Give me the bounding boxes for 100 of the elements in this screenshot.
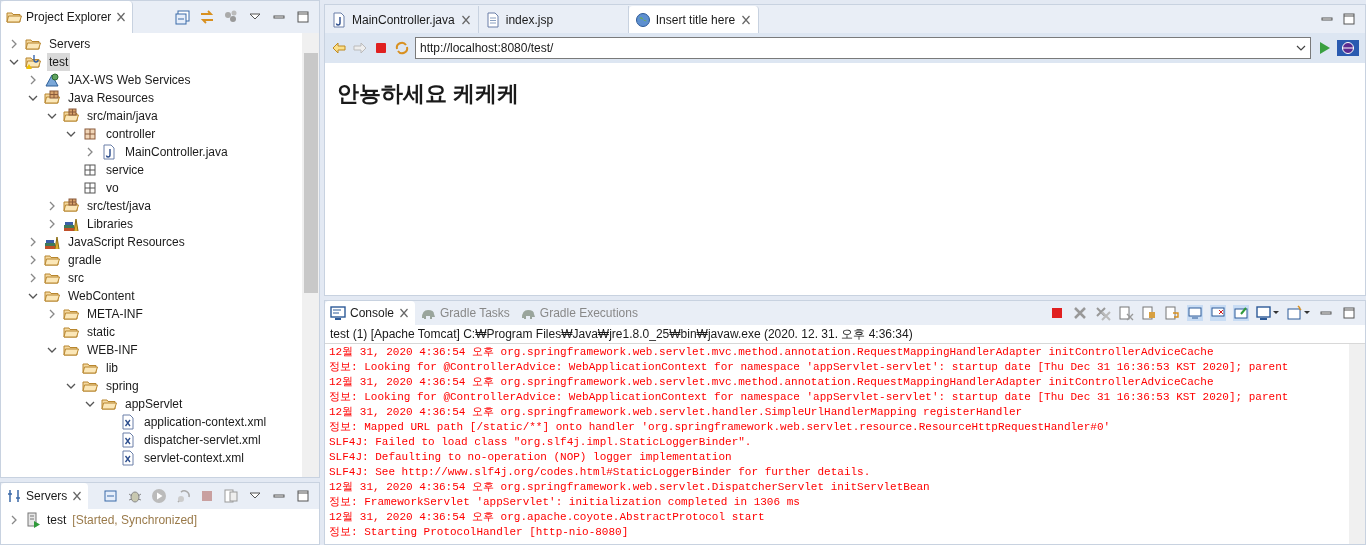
stop-icon[interactable] — [1049, 305, 1065, 321]
server-icon — [25, 512, 41, 528]
folder-icon — [6, 9, 22, 25]
tree-item[interactable]: JavaScript Resources — [66, 233, 187, 251]
tree-item[interactable]: src/main/java — [85, 107, 160, 125]
back-arrow-icon[interactable] — [331, 40, 347, 56]
new-console-icon[interactable] — [1287, 305, 1311, 321]
url-field[interactable]: http://localhost:8080/test/ — [415, 37, 1311, 59]
tree-item[interactable]: servlet-context.xml — [142, 449, 247, 467]
console-line: 12월 31, 2020 4:36:54 오후 org.apache.coyote.AbstractProtocol start — [329, 510, 766, 525]
tree-item[interactable]: controller — [104, 125, 158, 143]
tree-item[interactable]: test — [47, 53, 71, 71]
tree-item[interactable]: JAX-WS Web Services — [66, 71, 193, 89]
view-tab[interactable]: Project Explorer — [1, 1, 134, 33]
tree-item[interactable]: MainController.java — [123, 143, 230, 161]
scroll-lock-icon[interactable] — [1141, 305, 1157, 321]
view-title: Servers — [26, 488, 68, 505]
package-icon — [44, 90, 60, 106]
tree-item[interactable]: src — [66, 269, 86, 287]
folder-icon — [63, 306, 79, 322]
tree-item[interactable]: lib — [104, 359, 120, 377]
tab-label: index.jsp — [505, 11, 554, 29]
dropdown-caret-icon[interactable] — [1296, 43, 1306, 53]
tree-item[interactable]: src/test/java — [85, 197, 154, 215]
folder-icon — [82, 360, 98, 376]
tab-label: Gradle Executions — [539, 305, 638, 322]
maximize-icon[interactable] — [1341, 305, 1357, 321]
tab-label: MainController.java — [352, 11, 455, 29]
books-icon — [44, 234, 60, 250]
servers-icon — [6, 488, 22, 504]
java-file-icon — [101, 144, 117, 160]
server-name[interactable]: test — [47, 511, 67, 529]
editor-tab[interactable]: Insert title here — [628, 6, 760, 33]
console-line: 12월 31, 2020 4:36:54 오후 org.springframework.web.servlet.DispatcherServlet initServletBean — [329, 480, 931, 495]
folder-icon — [63, 342, 79, 358]
console-line: 정보: Looking for @ControllerAdvice: WebApplicationContext for namespace 'appServlet-servlet': startup date [Thu Dec 31 16:36:53 KST 2020]; parent — [329, 360, 1290, 375]
console-line: 12월 31, 2020 4:36:54 오후 org.springframework.web.servlet.mvc.method.annotation.RequestMappingHandlerAdapter initControllerAdviceCache — [329, 345, 1215, 360]
close-icon[interactable] — [1072, 305, 1088, 321]
console-line: 12월 31, 2020 4:36:54 오후 org.springframework.web.servlet.handler.SimpleUrlHandlerMapping registerHandler — [329, 405, 1024, 420]
tree-item[interactable]: META-INF — [85, 305, 145, 323]
xml-file-icon — [120, 414, 136, 430]
refresh-icon[interactable] — [394, 40, 410, 56]
tree-item[interactable]: spring — [104, 377, 141, 395]
maximize-icon[interactable] — [295, 488, 311, 504]
tab-label: Insert title here — [655, 11, 736, 29]
view-tab[interactable]: Servers — [1, 483, 89, 509]
maximize-icon[interactable] — [295, 9, 311, 25]
page-heading: 안뇽하세요 케케케 — [337, 80, 521, 108]
tree-item[interactable]: Java Resources — [66, 89, 157, 107]
console-line: 정보: Starting ProtocolHandler [http-nio-8080] — [329, 525, 630, 540]
tab-label: Console — [350, 305, 395, 322]
console-line: SLF4J: Failed to load class "org.slf4j.impl.StaticLoggerBinder". — [329, 435, 753, 450]
tree-item[interactable]: vo — [104, 179, 121, 197]
xml-file-icon — [120, 432, 136, 448]
scrollbar[interactable] — [302, 33, 319, 477]
package-icon — [82, 126, 98, 142]
sync-arrows-icon[interactable] — [199, 9, 215, 25]
remove-all-icon[interactable] — [1095, 305, 1111, 321]
folder-icon — [44, 270, 60, 286]
pin-icon[interactable] — [1233, 305, 1249, 321]
publish-icon[interactable] — [223, 488, 239, 504]
tree-item[interactable]: Servers — [47, 35, 93, 53]
tree-item[interactable]: gradle — [66, 251, 104, 269]
stop-icon[interactable] — [199, 488, 215, 504]
console-line: 정보: FrameworkServlet 'appServlet': initialization completed in 1306 ms — [329, 495, 801, 510]
tree-item[interactable]: dispatcher-servlet.xml — [142, 431, 263, 449]
scrollbar[interactable] — [1349, 344, 1365, 544]
console-line: 정보: Looking for @ControllerAdvice: WebApplicationContext for namespace 'appServlet-servlet': startup date [Thu Dec 31 16:36:53 KST 2020]; parent — [329, 390, 1290, 405]
monitor-icon[interactable] — [1256, 305, 1280, 321]
source-folder-icon — [63, 108, 79, 124]
tree-item[interactable]: service — [104, 161, 146, 179]
package-icon — [82, 162, 98, 178]
stop-icon[interactable] — [373, 40, 389, 56]
folder-icon — [82, 378, 98, 394]
view-title: Project Explorer — [26, 9, 112, 26]
word-wrap-icon[interactable] — [1164, 305, 1180, 321]
clear-console-icon[interactable] — [1118, 305, 1134, 321]
java-file-icon — [331, 11, 347, 28]
tree-item[interactable]: Libraries — [85, 215, 136, 233]
folder-icon — [25, 36, 41, 52]
collapse-all-icon[interactable] — [175, 9, 191, 25]
xml-file-icon — [120, 450, 136, 466]
tree-item[interactable]: application-context.xml — [142, 413, 269, 431]
console-line: SLF4J: See http://www.slf4j.org/codes.html#StaticLoggerBinder for further details. — [329, 465, 872, 480]
server-status: [Started, Synchronized] — [72, 512, 198, 529]
collapse-all-icon[interactable] — [103, 488, 119, 504]
monitor-icon — [330, 305, 346, 321]
tab-label: Gradle Tasks — [440, 305, 510, 322]
bug-icon[interactable] — [127, 488, 143, 504]
tree-item[interactable]: static — [85, 323, 117, 341]
tree-item[interactable]: appServlet — [123, 395, 185, 413]
tree-item[interactable]: WebContent — [66, 287, 137, 305]
books-icon — [63, 216, 79, 232]
tree-item[interactable]: WEB-INF — [85, 341, 140, 359]
view-tab[interactable]: Console — [325, 301, 416, 325]
show-error-icon[interactable] — [1210, 305, 1226, 321]
maximize-icon[interactable] — [1341, 11, 1357, 27]
play-icon[interactable] — [151, 488, 167, 504]
show-output-icon[interactable] — [1187, 305, 1203, 321]
folder-icon — [101, 396, 117, 412]
